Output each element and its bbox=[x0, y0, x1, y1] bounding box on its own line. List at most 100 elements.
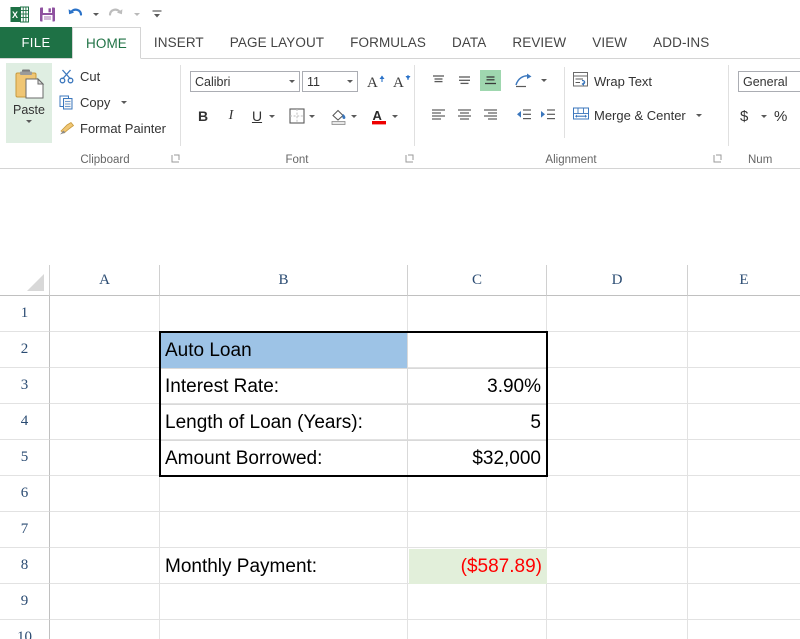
tab-formulas[interactable]: FORMULAS bbox=[337, 27, 439, 58]
borders-caret-icon[interactable] bbox=[306, 105, 317, 127]
percent-style-button[interactable]: % bbox=[774, 105, 787, 127]
tab-view[interactable]: VIEW bbox=[579, 27, 640, 58]
row-header-2[interactable]: 2 bbox=[0, 332, 50, 368]
row-header-5[interactable]: 5 bbox=[0, 440, 50, 476]
row-header-4[interactable]: 4 bbox=[0, 404, 50, 440]
font-color-caret-icon[interactable] bbox=[389, 105, 400, 127]
column-header-a[interactable]: A bbox=[50, 265, 160, 296]
save-icon[interactable] bbox=[34, 2, 60, 26]
orientation-button[interactable] bbox=[512, 70, 536, 91]
align-center-button[interactable] bbox=[454, 104, 475, 125]
copy-caret-icon[interactable] bbox=[121, 101, 127, 104]
tab-review[interactable]: REVIEW bbox=[499, 27, 579, 58]
row-header-9[interactable]: 9 bbox=[0, 584, 50, 620]
accounting-number-format-button[interactable]: $ bbox=[740, 105, 748, 127]
font-name-caret-icon[interactable] bbox=[289, 80, 295, 83]
font-size-value: 11 bbox=[307, 75, 320, 89]
row-header-7[interactable]: 7 bbox=[0, 512, 50, 548]
cell-b4[interactable]: Length of Loan (Years): bbox=[160, 405, 407, 440]
ribbon-group-clipboard: Paste Cut bbox=[0, 59, 180, 168]
align-right-button[interactable] bbox=[480, 104, 501, 125]
format-painter-button[interactable]: Format Painter bbox=[58, 117, 166, 139]
row-header-1[interactable]: 1 bbox=[0, 296, 50, 332]
group-separator bbox=[180, 65, 181, 146]
bold-button[interactable]: B bbox=[192, 105, 214, 127]
undo-icon[interactable] bbox=[62, 2, 88, 26]
align-top-button[interactable] bbox=[428, 70, 449, 91]
svg-text:X: X bbox=[12, 10, 18, 20]
row-header-10[interactable]: 10 bbox=[0, 620, 50, 639]
copy-button[interactable]: Copy bbox=[58, 91, 127, 113]
cell-c4[interactable]: 5 bbox=[409, 405, 546, 440]
cell-c8[interactable]: ($587.89) bbox=[409, 549, 547, 584]
format-painter-label: Format Painter bbox=[80, 121, 166, 136]
increase-indent-button[interactable] bbox=[536, 104, 558, 125]
cut-button[interactable]: Cut bbox=[58, 65, 100, 87]
fill-color-button[interactable] bbox=[327, 105, 349, 127]
font-name-value: Calibri bbox=[195, 75, 230, 89]
cell-b8[interactable]: Monthly Payment: bbox=[160, 549, 407, 584]
tab-home[interactable]: HOME bbox=[72, 27, 141, 59]
font-dialog-launcher-icon[interactable] bbox=[404, 154, 415, 165]
font-size-caret-icon[interactable] bbox=[347, 80, 353, 83]
table-inner-line bbox=[161, 368, 546, 369]
font-size-combobox[interactable]: 11 bbox=[302, 71, 358, 92]
borders-button[interactable] bbox=[286, 105, 308, 127]
column-header-d[interactable]: D bbox=[547, 265, 688, 296]
orientation-caret-icon[interactable] bbox=[538, 70, 549, 91]
column-header-b[interactable]: B bbox=[160, 265, 408, 296]
row-header-8[interactable]: 8 bbox=[0, 548, 50, 584]
align-left-button[interactable] bbox=[428, 104, 449, 125]
clipboard-dialog-launcher-icon[interactable] bbox=[170, 154, 181, 165]
column-header-e[interactable]: E bbox=[688, 265, 800, 296]
underline-button[interactable]: U bbox=[246, 105, 268, 127]
align-middle-button[interactable] bbox=[454, 70, 475, 91]
tab-add-ins[interactable]: ADD-INS bbox=[640, 27, 722, 58]
font-name-combobox[interactable]: Calibri bbox=[190, 71, 300, 92]
italic-button[interactable]: I bbox=[220, 105, 242, 127]
paste-label: Paste bbox=[13, 103, 45, 117]
cell-c3[interactable]: 3.90% bbox=[409, 369, 546, 404]
paste-caret-icon[interactable] bbox=[26, 120, 32, 123]
wrap-text-label: Wrap Text bbox=[594, 74, 652, 89]
scissors-icon bbox=[58, 68, 75, 85]
paste-button[interactable]: Paste bbox=[6, 63, 52, 143]
ribbon-group-font: Calibri 11 A A B bbox=[182, 59, 414, 168]
quick-access-toolbar: X bbox=[0, 0, 800, 28]
column-header-c[interactable]: C bbox=[408, 265, 547, 296]
cell-b5[interactable]: Amount Borrowed: bbox=[160, 441, 407, 476]
wrap-text-icon bbox=[572, 71, 590, 91]
font-color-button[interactable]: A bbox=[368, 105, 390, 127]
svg-text:A: A bbox=[393, 75, 404, 91]
wrap-text-button[interactable]: Wrap Text bbox=[572, 70, 652, 92]
fill-color-caret-icon[interactable] bbox=[348, 105, 359, 127]
alignment-dialog-launcher-icon[interactable] bbox=[712, 154, 723, 165]
select-all-corner[interactable] bbox=[0, 265, 50, 296]
number-format-combobox[interactable]: General bbox=[738, 71, 800, 92]
merge-and-center-button[interactable]: Merge & Center bbox=[572, 104, 702, 126]
increase-font-size-button[interactable]: A bbox=[364, 70, 386, 92]
tab-page-layout[interactable]: PAGE LAYOUT bbox=[217, 27, 337, 58]
tab-data[interactable]: DATA bbox=[439, 27, 499, 58]
tab-file[interactable]: FILE bbox=[0, 27, 72, 58]
merge-caret-icon[interactable] bbox=[696, 114, 702, 117]
tab-insert[interactable]: INSERT bbox=[141, 27, 217, 58]
row-header-3[interactable]: 3 bbox=[0, 368, 50, 404]
accounting-format-caret-icon[interactable] bbox=[758, 105, 769, 127]
cell-b2[interactable]: Auto Loan bbox=[160, 333, 407, 368]
table-inner-vline bbox=[407, 333, 408, 475]
copy-icon bbox=[58, 94, 75, 111]
paste-icon bbox=[12, 67, 46, 101]
undo-dropdown-caret-icon[interactable] bbox=[90, 2, 101, 26]
underline-caret-icon[interactable] bbox=[266, 105, 277, 127]
paintbrush-icon bbox=[58, 120, 75, 137]
group-label-number: Num bbox=[748, 154, 800, 166]
table-inner-line bbox=[161, 440, 546, 441]
customize-quick-access-toolbar-icon[interactable] bbox=[144, 2, 170, 26]
cell-b3[interactable]: Interest Rate: bbox=[160, 369, 407, 404]
cell-c5[interactable]: $32,000 bbox=[409, 441, 546, 476]
row-header-6[interactable]: 6 bbox=[0, 476, 50, 512]
decrease-font-size-button[interactable]: A bbox=[390, 70, 412, 92]
decrease-indent-button[interactable] bbox=[512, 104, 534, 125]
align-bottom-button[interactable] bbox=[480, 70, 501, 91]
